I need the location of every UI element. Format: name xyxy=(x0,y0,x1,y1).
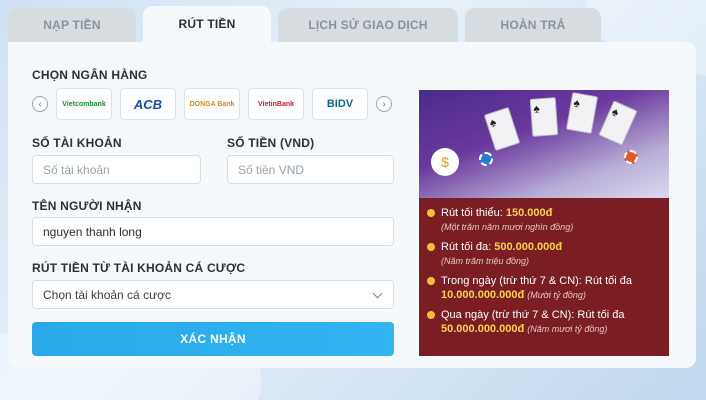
coin-bullet-icon xyxy=(427,311,435,319)
promo-item: Rút tối đa: 500.000.000đ (Năm trăm triệu … xyxy=(427,240,663,268)
playing-card: ♠ xyxy=(565,92,599,134)
source-account-select[interactable]: Chọn tài khoản cá cược xyxy=(32,280,394,309)
account-number-label: SỐ TÀI KHOẢN xyxy=(32,136,122,150)
amount-input[interactable]: Số tiền VND xyxy=(227,155,394,184)
tab-refund[interactable]: HOÀN TRẢ xyxy=(465,8,601,42)
bank-donga[interactable]: DONGA Bank xyxy=(184,88,240,120)
promo-item: Trong ngày (trừ thứ 7 & CN): Rút tối đa … xyxy=(427,274,663,302)
bank-vietinbank[interactable]: VietinBank xyxy=(248,88,304,120)
source-account-value: Chọn tài khoản cá cược xyxy=(43,287,171,302)
promo-item: Qua ngày (trừ thứ 7 & CN): Rút tối đa 50… xyxy=(427,308,663,336)
promo-list: Rút tối thiểu: 150.000đ (Một trăm năm mươ… xyxy=(427,206,663,342)
tab-deposit[interactable]: NẠP TIỀN xyxy=(8,8,136,42)
bank-acb[interactable]: ACB xyxy=(120,88,176,120)
casino-chip xyxy=(624,150,638,164)
coin-bullet-icon xyxy=(427,209,435,217)
promo-banner: ♠ ♠ ♠ ♠ $ Rút tối thiểu: 150.000đ (Một tr… xyxy=(419,90,669,356)
promo-illustration: ♠ ♠ ♠ ♠ $ xyxy=(419,90,669,198)
tab-withdraw[interactable]: RÚT TIỀN xyxy=(143,6,271,42)
recipient-name-input[interactable]: nguyen thanh long xyxy=(32,217,394,246)
tab-bar: NẠP TIỀN RÚT TIỀN LỊCH SỬ GIAO DỊCH HOÀN… xyxy=(8,6,601,42)
playing-card: ♠ xyxy=(483,106,521,152)
recipient-label: TÊN NGƯỜI NHẬN xyxy=(32,199,142,213)
coin-bullet-icon xyxy=(427,277,435,285)
playing-card: ♠ xyxy=(529,97,559,137)
promo-item: Rút tối thiểu: 150.000đ (Một trăm năm mươ… xyxy=(427,206,663,234)
bank-bidv[interactable]: BIDV xyxy=(312,88,368,120)
chevron-down-icon xyxy=(372,288,383,299)
account-number-input[interactable]: Số tài khoản xyxy=(32,155,201,184)
bank-label: CHỌN NGÂN HÀNG xyxy=(32,68,148,82)
tab-transaction-history[interactable]: LỊCH SỬ GIAO DỊCH xyxy=(278,8,458,42)
coin-bullet-icon xyxy=(427,243,435,251)
playing-card: ♠ xyxy=(598,100,638,146)
amount-label: SỐ TIỀN (VND) xyxy=(227,136,315,150)
source-account-label: RÚT TIỀN TỪ TÀI KHOẢN CÁ CƯỢC xyxy=(32,261,246,275)
bank-vietcombank[interactable]: Vietcombank xyxy=(56,88,112,120)
casino-chip xyxy=(479,152,493,166)
chevron-right-icon[interactable]: › xyxy=(376,96,392,112)
chevron-left-icon[interactable]: ‹ xyxy=(32,96,48,112)
money-bag-icon: $ xyxy=(431,148,459,176)
confirm-button[interactable]: XÁC NHẬN xyxy=(32,322,394,356)
bank-selector: ‹ Vietcombank ACB DONGA Bank VietinBank … xyxy=(32,88,392,120)
withdraw-panel: CHỌN NGÂN HÀNG ‹ Vietcombank ACB DONGA B… xyxy=(8,42,696,368)
